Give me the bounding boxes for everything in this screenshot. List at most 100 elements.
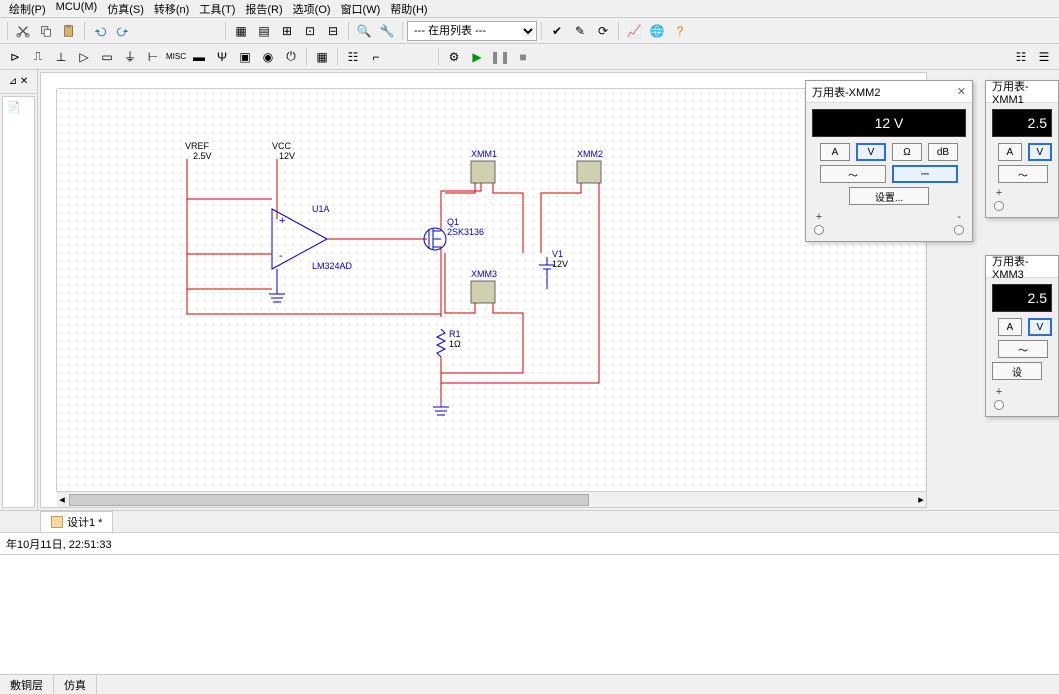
mm1-btn-a[interactable]: A	[998, 143, 1022, 161]
q1-part: 2SK3136	[447, 227, 484, 237]
comp-res-icon[interactable]: ⎍	[27, 47, 49, 67]
terminal-icon[interactable]	[814, 225, 824, 235]
svg-text:+: +	[279, 215, 285, 227]
tab-design1-label: 设计1 *	[67, 514, 102, 530]
menu-sim[interactable]: 仿真(S)	[102, 0, 149, 17]
left-pin-icon[interactable]: ⊿ ✕	[0, 70, 37, 94]
comp-meter-icon[interactable]: ▬	[188, 47, 210, 67]
grid2-icon[interactable]: ▤	[253, 21, 275, 41]
comp-diode-icon[interactable]: ⊳	[4, 47, 26, 67]
interactive-icon[interactable]: ⚙	[443, 47, 465, 67]
comp-ant-icon[interactable]: Ψ	[211, 47, 233, 67]
panel1-icon[interactable]: ☷	[1010, 47, 1032, 67]
multimeter-xmm2[interactable]: 万用表-XMM2 ✕ 12 V A V Ω dB 〜 ⎓ 设置... + -	[805, 80, 973, 242]
mm2-settings-btn[interactable]: 设置...	[849, 187, 929, 205]
comp-cap-icon[interactable]: ⊥	[50, 47, 72, 67]
comp-conn-icon[interactable]: ◉	[257, 47, 279, 67]
wrench-icon[interactable]: 🔧	[376, 21, 398, 41]
grid1-icon[interactable]: ▦	[230, 21, 252, 41]
v1-ref: V1	[552, 249, 563, 259]
terminal-icon[interactable]	[954, 225, 964, 235]
grid4-icon[interactable]: ⊡	[299, 21, 321, 41]
mm2-btn-dc[interactable]: ⎓	[892, 165, 958, 183]
status-bar: 年10月11日, 22:51:33	[0, 532, 1059, 554]
menu-help[interactable]: 帮助(H)	[385, 0, 432, 17]
btab-copper[interactable]: 敷铜层	[0, 675, 54, 694]
comp-misc-icon[interactable]: MISC	[165, 47, 187, 67]
mm3-btn-v[interactable]: V	[1028, 318, 1052, 336]
hier2-icon[interactable]: ☷	[342, 47, 364, 67]
graph-icon[interactable]: 📈	[623, 21, 645, 41]
comp-ground-icon[interactable]: ⏚	[119, 47, 141, 67]
undo-icon[interactable]	[89, 21, 111, 41]
schematic-canvas[interactable]: + -	[57, 89, 926, 491]
tree-folder-icon[interactable]: 📄	[3, 97, 34, 118]
log-panel[interactable]	[0, 554, 1059, 674]
menu-mcu[interactable]: MCU(M)	[51, 0, 103, 17]
panel2-icon[interactable]: ☰	[1033, 47, 1055, 67]
mm3-btn-a[interactable]: A	[998, 318, 1022, 336]
u1-ref: U1A	[312, 204, 330, 214]
terminal-icon[interactable]	[994, 201, 1004, 211]
mm2-btn-v[interactable]: V	[856, 143, 886, 161]
menu-report[interactable]: 报告(R)	[240, 0, 287, 17]
comp-opamp-icon[interactable]: ▷	[73, 47, 95, 67]
close-icon[interactable]: ✕	[957, 85, 966, 98]
mm1-titlebar[interactable]: 万用表-XMM1	[986, 81, 1058, 103]
vcc-name: VCC	[272, 141, 291, 151]
xmm3-label: XMM3	[471, 269, 497, 279]
mm3-titlebar[interactable]: 万用表-XMM3	[986, 256, 1058, 278]
canvas-scrollbar-h[interactable]: ◂ ▸	[57, 491, 926, 507]
btab-sim[interactable]: 仿真	[54, 675, 97, 694]
menu-bar: 绘制(P) MCU(M) 仿真(S) 转移(n) 工具(T) 报告(R) 选项(…	[0, 0, 1059, 18]
mm3-title: 万用表-XMM3	[992, 255, 1052, 281]
mm1-btn-ac[interactable]: 〜	[998, 165, 1048, 183]
menu-options[interactable]: 选项(O)	[288, 0, 336, 17]
probe1-icon[interactable]: ✔	[546, 21, 568, 41]
pause-icon[interactable]: ❚❚	[489, 47, 511, 67]
mm2-title: 万用表-XMM2	[812, 84, 880, 100]
stop-icon[interactable]: ■	[512, 47, 534, 67]
comp-chip-icon[interactable]: ▣	[234, 47, 256, 67]
probe3-icon[interactable]: ⟳	[592, 21, 614, 41]
menu-tools[interactable]: 工具(T)	[194, 0, 240, 17]
design-tree[interactable]: 📄	[2, 96, 35, 508]
menu-transfer[interactable]: 转移(n)	[149, 0, 194, 17]
run-icon[interactable]: ▶	[466, 47, 488, 67]
globe-icon[interactable]: 🌐	[646, 21, 668, 41]
mm2-btn-db[interactable]: dB	[928, 143, 958, 161]
mm2-titlebar[interactable]: 万用表-XMM2 ✕	[806, 81, 972, 103]
probe2-icon[interactable]: ✎	[569, 21, 591, 41]
multimeter-xmm1[interactable]: 万用表-XMM1 2.5 A V 〜 +	[985, 80, 1059, 218]
mm3-btn-ac[interactable]: 〜	[998, 340, 1048, 358]
svg-text:-: -	[279, 250, 283, 262]
tab-design1[interactable]: 设计1 *	[40, 511, 113, 532]
comp-ic-icon[interactable]: ▭	[96, 47, 118, 67]
copy-icon[interactable]	[35, 21, 57, 41]
menu-draw[interactable]: 绘制(P)	[4, 0, 51, 17]
paste-icon[interactable]	[58, 21, 80, 41]
mm2-btn-ac[interactable]: 〜	[820, 165, 886, 183]
comp-sw-icon[interactable]: ⏻	[280, 47, 302, 67]
redo-icon[interactable]	[112, 21, 134, 41]
mm3-settings-btn[interactable]: 设	[992, 362, 1042, 380]
grid3-icon[interactable]: ⊞	[276, 21, 298, 41]
ruler-horizontal	[57, 73, 926, 89]
zoom-icon[interactable]: 🔍	[353, 21, 375, 41]
cut-icon[interactable]	[12, 21, 34, 41]
mm2-term-minus: -	[957, 211, 961, 223]
r1-ref: R1	[449, 329, 461, 339]
multimeter-xmm3[interactable]: 万用表-XMM3 2.5 A V 〜 设 +	[985, 255, 1059, 417]
menu-window[interactable]: 窗口(W)	[336, 0, 386, 17]
inuse-list-combo[interactable]: --- 在用列表 ---	[407, 21, 537, 41]
grid5-icon[interactable]: ⊟	[322, 21, 344, 41]
help-icon[interactable]: ?	[669, 21, 691, 41]
mm2-btn-ohm[interactable]: Ω	[892, 143, 922, 161]
mm1-btn-v[interactable]: V	[1028, 143, 1052, 161]
hier3-icon[interactable]: ⌐	[365, 47, 387, 67]
terminal-icon[interactable]	[994, 400, 1004, 410]
hier1-icon[interactable]: ▦	[311, 47, 333, 67]
mm2-btn-a[interactable]: A	[820, 143, 850, 161]
comp-mosfet-icon[interactable]: ⊢	[142, 47, 164, 67]
mm1-title: 万用表-XMM1	[992, 80, 1052, 106]
